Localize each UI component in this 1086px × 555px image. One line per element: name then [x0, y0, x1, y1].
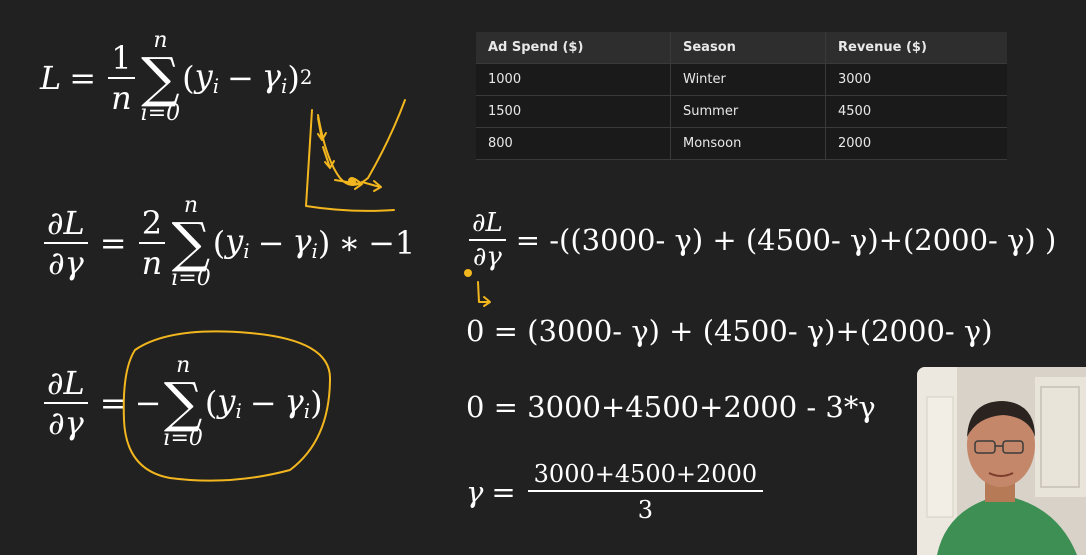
y-symbol: y — [194, 57, 213, 96]
table-cell: 2000 — [825, 127, 1007, 160]
column-header-ad-spend: Ad Spend ($) — [476, 32, 671, 64]
fraction-denominator: n — [141, 243, 163, 282]
derivative-denominator: ∂γ — [472, 242, 502, 272]
substituted-derivative-equation: ∂L ∂γ = -((3000- γ) + (4500- γ)+(2000- γ… — [465, 210, 1056, 270]
close-paren: ) — [317, 223, 331, 262]
sum-lower-limit: i=0 — [163, 426, 203, 452]
open-paren: ( — [212, 223, 226, 262]
close-paren: ) — [310, 383, 323, 422]
gamma-term: γi — [292, 222, 317, 263]
equation-text: 0 = 3000+4500+2000 - 3*γ — [466, 390, 876, 424]
fraction-numerator: 2 — [138, 207, 166, 244]
equals-sign: = — [99, 223, 127, 262]
derivative-equation: ∂L ∂γ = 2 n n ∑ i=0 ( yi − γi ) ∗ −1 — [40, 195, 415, 290]
exponent: 2 — [299, 66, 313, 90]
down-arrow — [477, 281, 491, 307]
table-cell: Summer — [670, 95, 826, 128]
column-header-revenue: Revenue ($) — [825, 32, 1007, 64]
equation-text: 0 = (3000- γ) + (4500- γ)+(2000- γ) — [466, 314, 993, 348]
fraction-denominator: n — [111, 78, 132, 117]
open-paren: ( — [204, 383, 218, 422]
negative-one: −1 — [368, 223, 416, 262]
times-sign: ∗ — [338, 223, 361, 262]
sigma-symbol: ∑ — [171, 211, 211, 274]
coefficient-fraction: 2 n — [138, 207, 166, 282]
descent-arrow — [317, 117, 327, 141]
y-term: yi — [217, 382, 241, 423]
descent-arrow — [334, 178, 363, 190]
table-row: 800 Monsoon 2000 — [476, 127, 1007, 160]
sum-lower-limit: i=0 — [140, 101, 181, 127]
cursor-dot — [464, 269, 472, 277]
simplified-derivative-equation: ∂L ∂γ = − n ∑ i=0 ( yi − γi ) — [40, 355, 323, 450]
negative-sign: − — [134, 383, 162, 422]
equals-sign: = — [491, 475, 516, 509]
coefficient-fraction: 1 n — [108, 42, 135, 114]
derivative-numerator: ∂L — [44, 207, 88, 244]
derivative-denominator: ∂γ — [48, 403, 84, 442]
expanded-equation: 0 = 3000+4500+2000 - 3*γ — [466, 390, 876, 424]
parabola-curve — [317, 99, 406, 186]
solution-numerator: 3000+4500+2000 — [527, 462, 764, 492]
table-cell: 1000 — [476, 63, 671, 96]
solution-denominator: 3 — [637, 496, 654, 524]
y-symbol: y — [217, 382, 236, 421]
table-cell: 4500 — [825, 95, 1007, 128]
y-symbol: y — [225, 222, 244, 261]
summation: n ∑ i=0 — [163, 355, 202, 450]
presenter-video — [917, 367, 1086, 555]
gamma-symbol: γ — [466, 475, 484, 509]
table-cell: 1500 — [476, 95, 671, 128]
derivative-denominator: ∂γ — [48, 243, 84, 282]
zero-set-equation: 0 = (3000- γ) + (4500- γ)+(2000- γ) — [466, 314, 993, 348]
gamma-symbol: γ — [261, 57, 281, 96]
gamma-term: γi — [285, 382, 310, 423]
sum-lower-limit: i=0 — [171, 266, 211, 292]
data-table: Ad Spend ($) Season Revenue ($) 1000 Win… — [476, 32, 1007, 160]
table-cell: Monsoon — [670, 127, 826, 160]
gamma-solution-equation: γ = 3000+4500+2000 3 — [466, 462, 767, 522]
minus-sign: − — [257, 223, 285, 262]
gamma-symbol: γ — [292, 222, 312, 261]
fraction-numerator: 1 — [108, 42, 135, 79]
derivative-rhs: = -((3000- γ) + (4500- γ)+(2000- γ) ) — [515, 223, 1057, 257]
column-header-season: Season — [670, 32, 826, 64]
summation: n ∑ i=0 — [141, 30, 180, 125]
y-subscript: i — [212, 75, 220, 99]
summation: n ∑ i=0 — [171, 195, 210, 290]
table-row: 1000 Winter 3000 — [476, 63, 1007, 96]
equals-sign: = — [69, 58, 97, 97]
table-cell: 3000 — [825, 63, 1007, 96]
derivative-numerator: ∂L — [44, 367, 88, 404]
open-paren: ( — [182, 58, 195, 97]
webcam-overlay — [917, 367, 1086, 555]
close-paren: ) — [287, 58, 300, 97]
equals-sign: = — [99, 383, 127, 422]
loss-equation: L = 1 n n ∑ i=0 ( yi − γi ) 2 — [40, 30, 312, 125]
derivative-numerator: ∂L — [469, 210, 506, 241]
sigma-symbol: ∑ — [141, 46, 180, 109]
minus-sign: − — [227, 58, 254, 97]
minus-sign: − — [249, 383, 277, 422]
y-term: yi — [195, 57, 219, 98]
solution-fraction: 3000+4500+2000 3 — [527, 462, 764, 524]
gamma-symbol: γ — [284, 382, 304, 421]
sigma-symbol: ∑ — [163, 371, 203, 434]
table-row: 1500 Summer 4500 — [476, 95, 1007, 128]
table-header-row: Ad Spend ($) Season Revenue ($) — [476, 32, 1007, 64]
derivative-fraction: ∂L ∂γ — [469, 210, 506, 270]
loss-symbol: L — [40, 58, 62, 97]
derivative-fraction: ∂L ∂γ — [44, 207, 88, 279]
y-term: yi — [225, 222, 249, 263]
descent-arrow — [361, 180, 382, 192]
descent-arrow — [322, 146, 335, 169]
minimum-dot — [348, 177, 356, 185]
table-cell: 800 — [476, 127, 671, 160]
derivative-fraction: ∂L ∂γ — [44, 367, 88, 439]
y-subscript: i — [235, 400, 242, 424]
table-cell: Winter — [670, 63, 826, 96]
gamma-term: γi — [262, 57, 287, 98]
y-subscript: i — [243, 240, 250, 264]
